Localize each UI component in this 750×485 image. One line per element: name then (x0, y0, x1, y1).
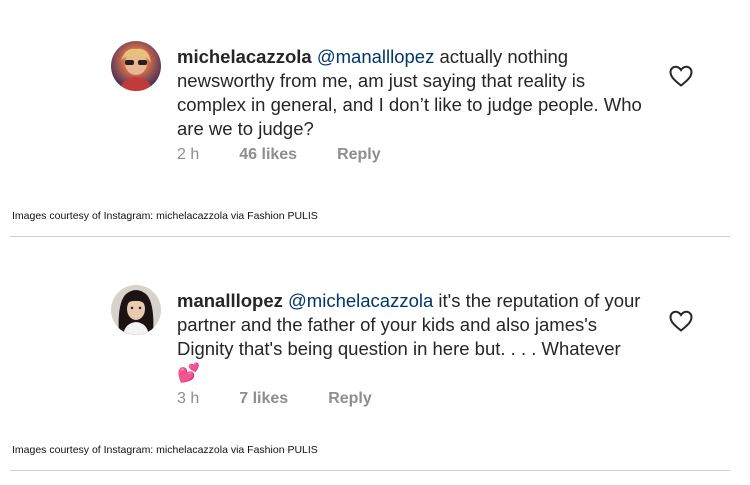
comment-mention[interactable]: @michelacazzola (288, 290, 433, 311)
comment-time: 3 h (177, 390, 200, 407)
comment-text: manalllopez @michelacazzola it's the rep… (177, 289, 647, 385)
divider (10, 470, 730, 471)
comment-meta: 3 h 7 likes Reply (177, 390, 412, 408)
avatar-image (111, 41, 161, 91)
comment-block-1: michelacazzola @manalllopez actually not… (0, 0, 750, 240)
avatar-michelacazzola[interactable] (111, 41, 161, 91)
like-heart-icon[interactable] (668, 309, 694, 333)
comment-mention[interactable]: @manalllopez (317, 46, 435, 67)
comment-username[interactable]: michelacazzola (177, 46, 312, 67)
two-hearts-emoji: 💕 (177, 362, 201, 383)
divider (10, 236, 730, 237)
image-caption: Images courtesy of Instagram: michelacaz… (12, 210, 318, 222)
avatar-image (111, 285, 161, 335)
comment-username[interactable]: manalllopez (177, 290, 283, 311)
comment-text: michelacazzola @manalllopez actually not… (177, 45, 647, 141)
comment-block-2: manalllopez @michelacazzola it's the rep… (0, 240, 750, 485)
image-caption: Images courtesy of Instagram: michelacaz… (12, 444, 318, 456)
avatar-manalllopez[interactable] (111, 285, 161, 335)
reply-button[interactable]: Reply (328, 390, 372, 408)
comment-likes[interactable]: 46 likes (239, 146, 297, 164)
reply-button[interactable]: Reply (337, 146, 381, 164)
comment-likes[interactable]: 7 likes (239, 390, 288, 408)
comment-meta: 2 h 46 likes Reply (177, 146, 421, 164)
comment-time: 2 h (177, 146, 200, 163)
like-heart-icon[interactable] (668, 64, 694, 88)
